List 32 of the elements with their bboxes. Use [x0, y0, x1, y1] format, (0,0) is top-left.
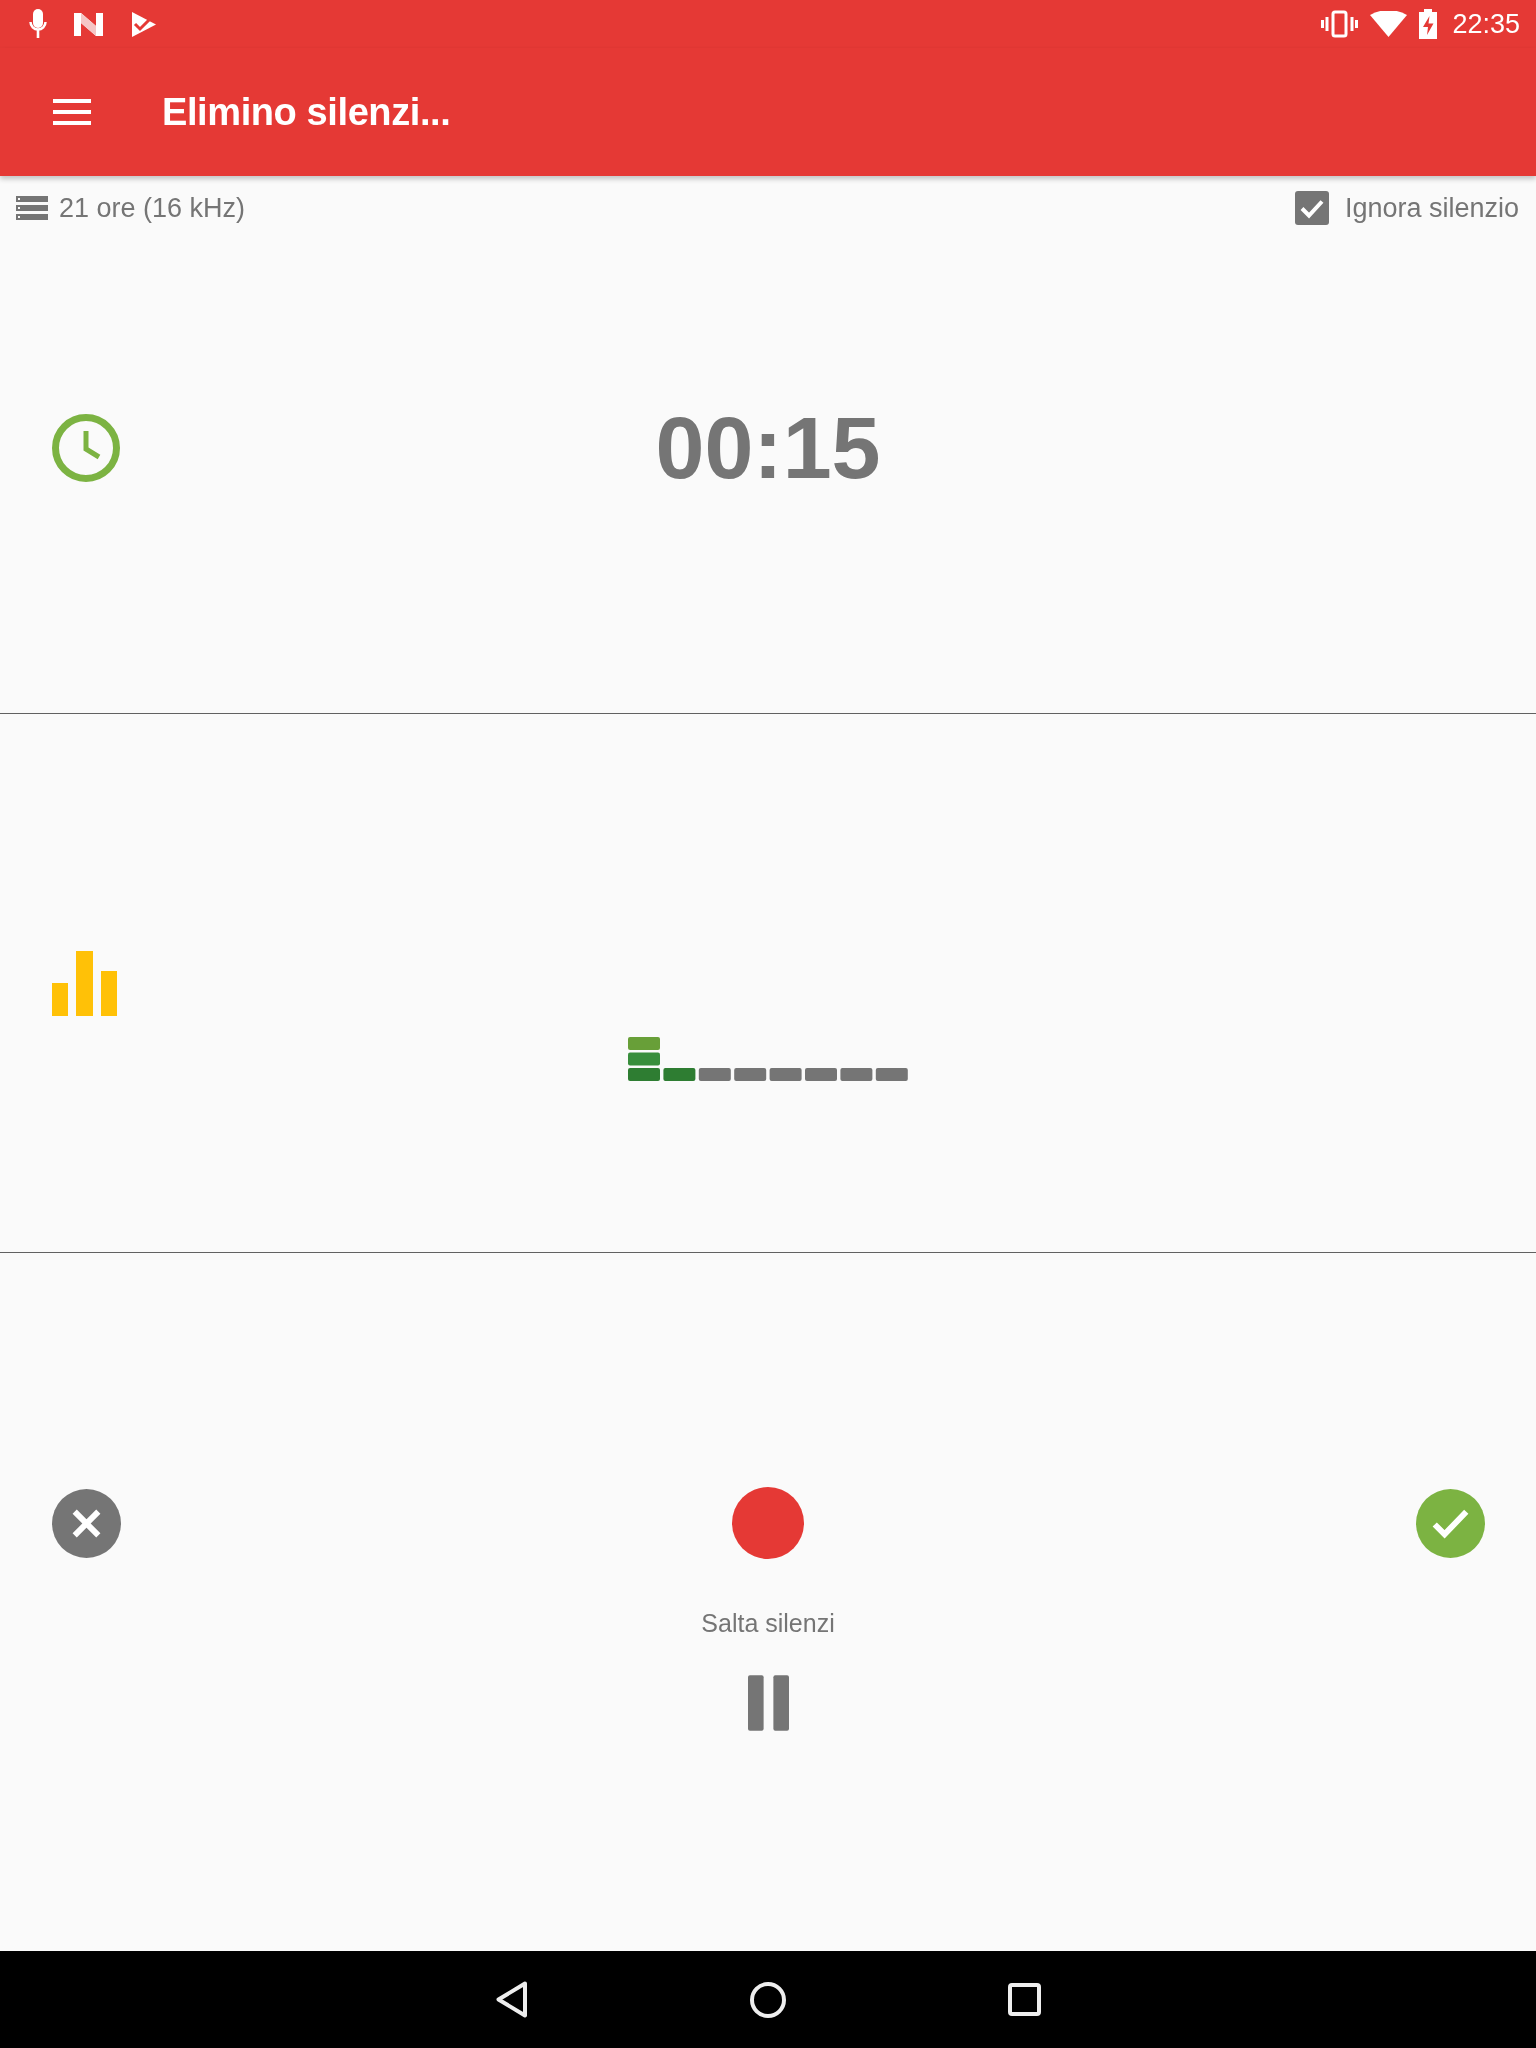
- level-bar: [663, 1068, 696, 1081]
- back-icon[interactable]: [496, 1981, 528, 2018]
- record-icon[interactable]: [732, 1487, 804, 1559]
- level-bar: [805, 1068, 837, 1081]
- square-icon[interactable]: [1007, 1983, 1041, 2016]
- elapsed-time: 00:15: [655, 404, 881, 492]
- phone-vibrate-icon: [1321, 10, 1359, 38]
- level-bar: [628, 1037, 660, 1081]
- level-bar: [734, 1068, 767, 1081]
- clock-time: 22:35: [1452, 9, 1520, 39]
- close-icon[interactable]: [52, 1488, 121, 1558]
- letter-n-icon: [74, 12, 103, 36]
- server-icon: [16, 196, 48, 220]
- microphone-icon: [29, 9, 47, 39]
- check-icon[interactable]: [1416, 1488, 1485, 1558]
- level-bar: [840, 1068, 873, 1081]
- storage-remaining: 21 ore (16 kHz): [59, 192, 246, 224]
- battery-charging-icon: [1419, 9, 1438, 39]
- clock-icon: [52, 414, 120, 482]
- level-bar: [698, 1068, 731, 1081]
- checkbox-label[interactable]: Ignora silenzio: [1344, 192, 1519, 224]
- menu-icon[interactable]: [53, 99, 91, 125]
- level-bar: [875, 1068, 908, 1081]
- screen-title: Elimino silenzi...: [162, 90, 451, 135]
- bar-chart-icon: [52, 950, 117, 1016]
- check-flag-icon: [130, 10, 157, 38]
- wifi-icon: [1370, 11, 1408, 37]
- level-bar: [769, 1068, 802, 1081]
- pause-icon[interactable]: [747, 1675, 789, 1731]
- checkbox[interactable]: [1294, 191, 1329, 225]
- skip-silence-label: Salta silenzi: [701, 1608, 835, 1638]
- home-icon[interactable]: [750, 1981, 786, 2018]
